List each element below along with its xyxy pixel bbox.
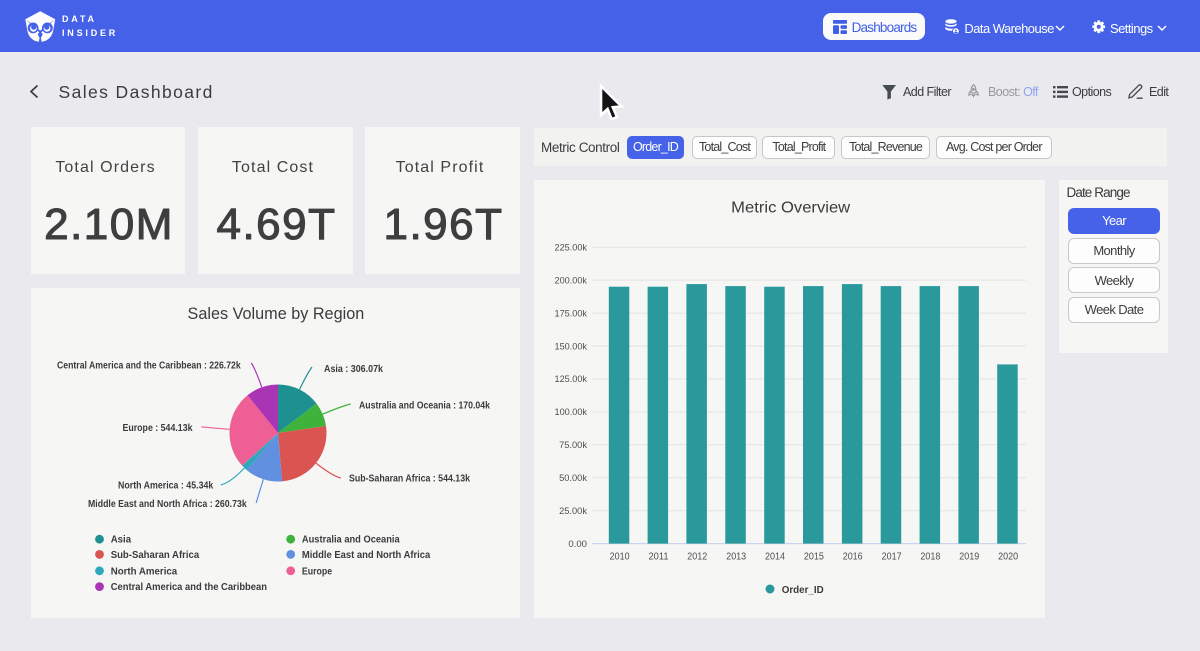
svg-text:25.00k: 25.00k xyxy=(559,506,587,516)
svg-text:Europe: Europe xyxy=(302,566,333,577)
svg-text:Asia: Asia xyxy=(111,535,132,546)
svg-text:2014: 2014 xyxy=(765,551,785,562)
svg-text:150.00k: 150.00k xyxy=(555,341,588,351)
svg-text:Sub-Saharan Africa: Sub-Saharan Africa xyxy=(111,550,200,561)
svg-text:175.00k: 175.00k xyxy=(555,308,588,318)
svg-text:2013: 2013 xyxy=(726,551,746,562)
svg-text:Sales Volume by Region: Sales Volume by Region xyxy=(188,305,365,323)
svg-text:2012: 2012 xyxy=(687,551,707,562)
svg-text:2017: 2017 xyxy=(882,551,902,562)
svg-text:200.00k: 200.00k xyxy=(555,275,588,285)
svg-text:125.00k: 125.00k xyxy=(555,374,588,384)
svg-text:Sub-Saharan Africa : 544.13k: Sub-Saharan Africa : 544.13k xyxy=(349,474,470,485)
svg-text:Europe : 544.13k: Europe : 544.13k xyxy=(123,423,193,434)
svg-text:Order_ID: Order_ID xyxy=(782,584,824,596)
svg-text:Middle East and North Africa: Middle East and North Africa xyxy=(302,550,431,561)
svg-text:2019: 2019 xyxy=(959,551,979,562)
svg-text:Asia : 306.07k: Asia : 306.07k xyxy=(324,364,383,375)
svg-text:Australia and Oceania : 170.04: Australia and Oceania : 170.04k xyxy=(359,401,490,412)
svg-text:Central America and the Caribb: Central America and the Caribbean : 226.… xyxy=(57,361,241,372)
svg-text:2016: 2016 xyxy=(843,551,863,562)
svg-text:2011: 2011 xyxy=(649,551,669,562)
svg-text:Middle East and North Africa :: Middle East and North Africa : 260.73k xyxy=(88,499,247,510)
svg-text:2010: 2010 xyxy=(610,551,630,562)
svg-text:100.00k: 100.00k xyxy=(555,407,588,417)
svg-text:50.00k: 50.00k xyxy=(559,473,587,483)
svg-text:0.00: 0.00 xyxy=(568,539,587,549)
svg-text:Metric Overview: Metric Overview xyxy=(731,200,851,217)
svg-text:2020: 2020 xyxy=(998,551,1018,562)
svg-text:75.00k: 75.00k xyxy=(559,440,587,450)
svg-text:North America: North America xyxy=(111,566,178,577)
svg-text:225.00k: 225.00k xyxy=(555,243,588,253)
svg-text:2015: 2015 xyxy=(804,551,824,562)
svg-text:Central America and the Caribb: Central America and the Caribbean xyxy=(111,582,267,593)
svg-text:2018: 2018 xyxy=(920,551,940,562)
svg-text:North America : 45.34k: North America : 45.34k xyxy=(118,481,214,492)
svg-text:Australia and Oceania: Australia and Oceania xyxy=(302,535,400,546)
